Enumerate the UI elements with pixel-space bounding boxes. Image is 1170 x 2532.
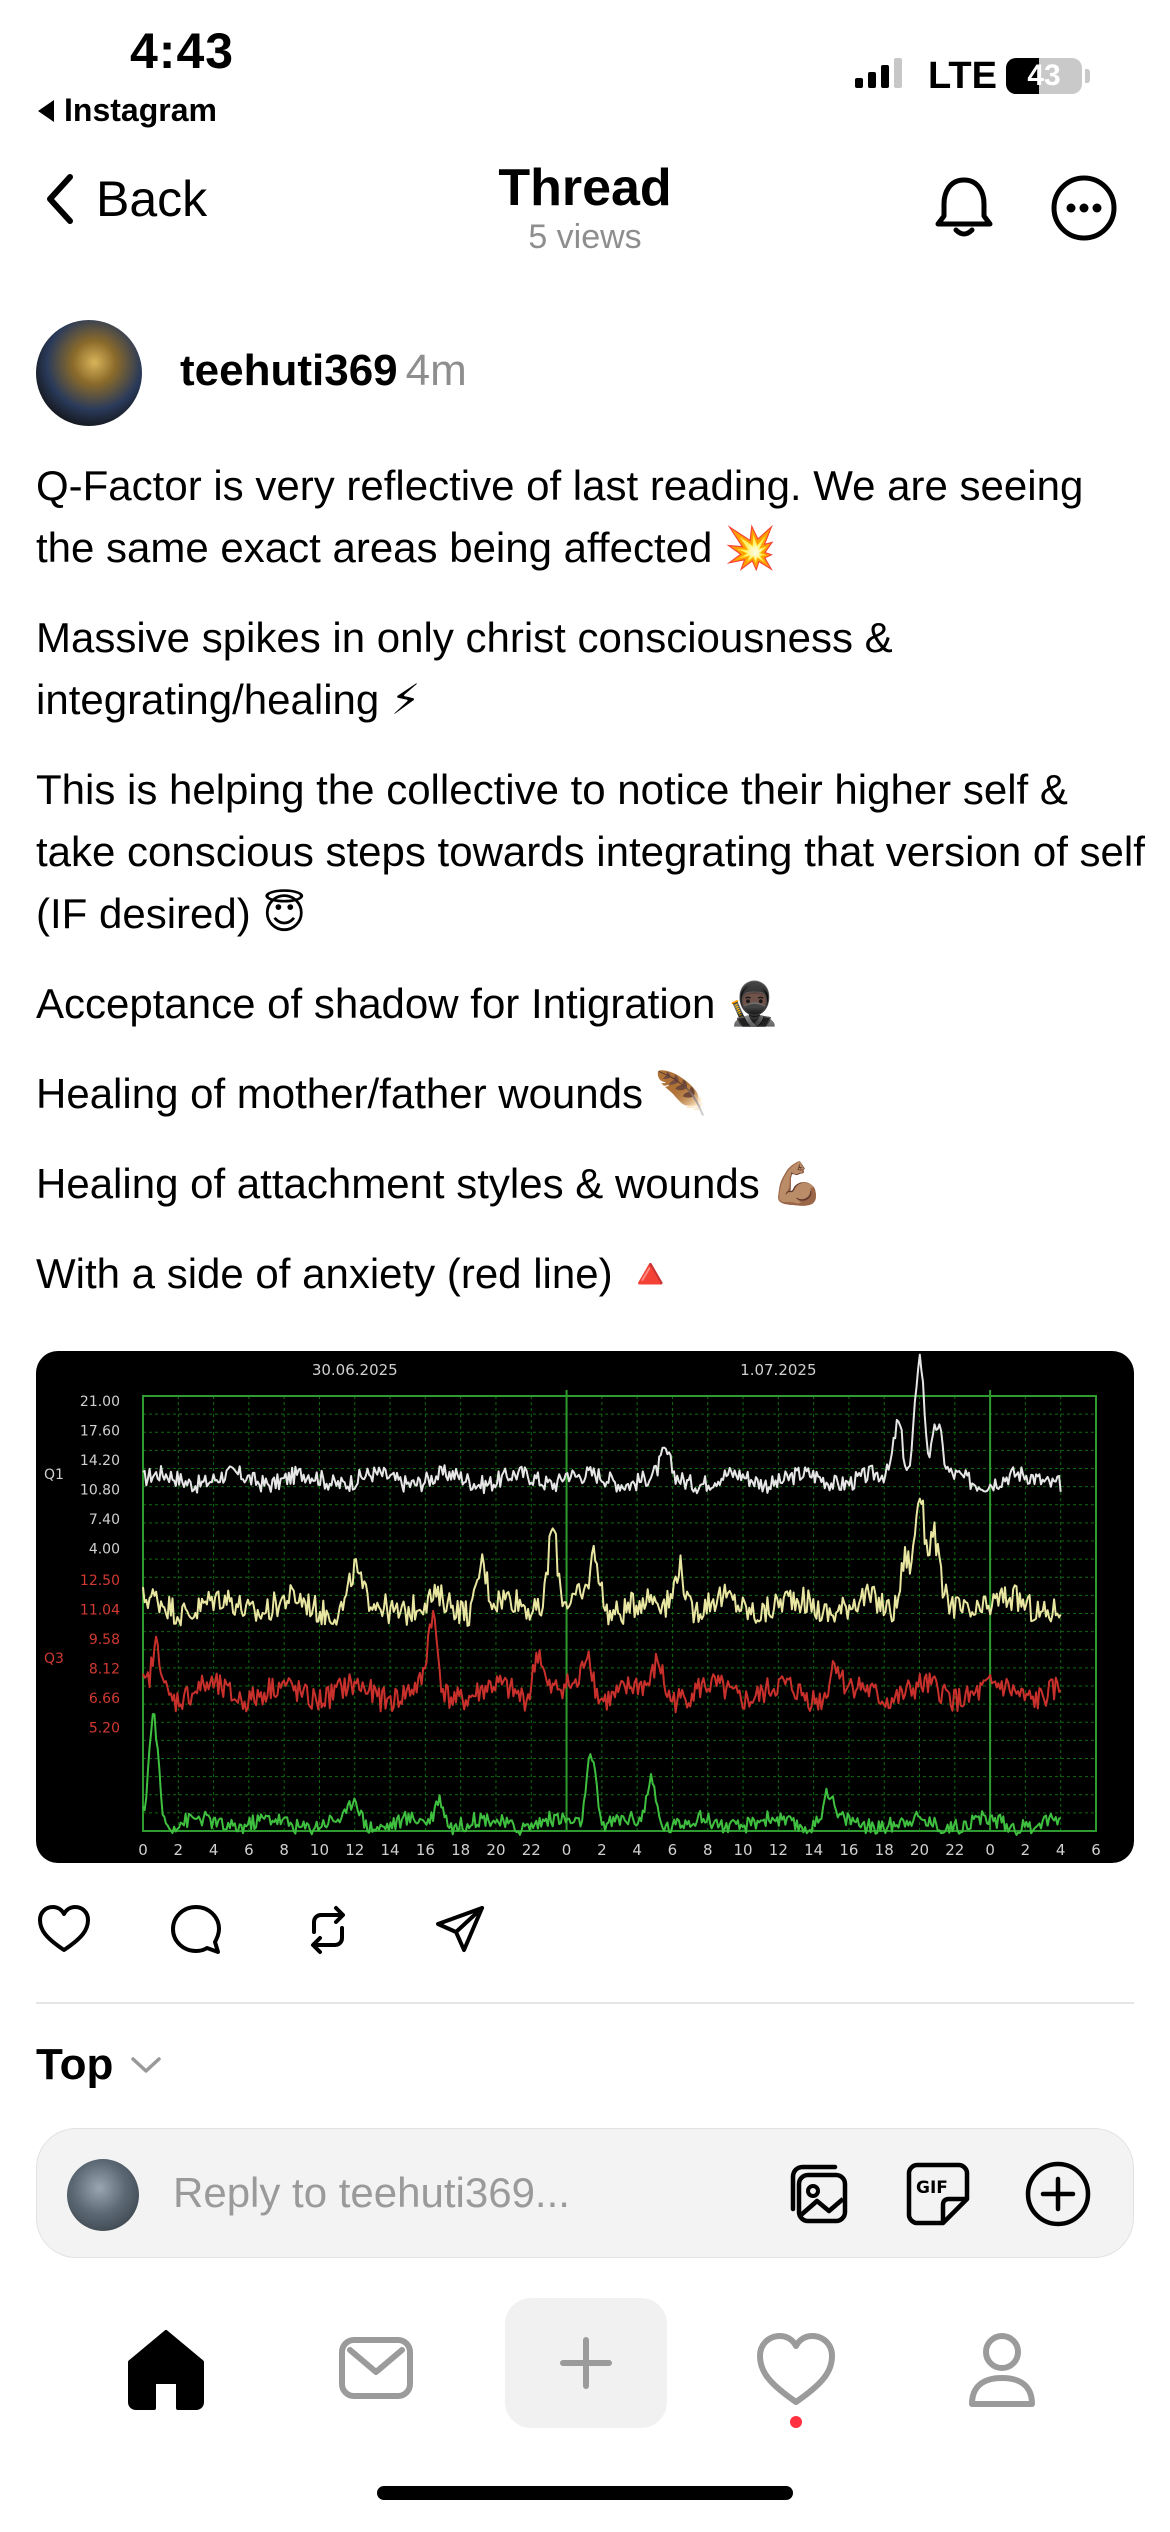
- x-tick-label: 22: [522, 1841, 541, 1859]
- network-label: LTE: [928, 55, 997, 97]
- x-tick-label: 6: [244, 1841, 254, 1859]
- row-label-q1: Q1: [44, 1467, 64, 1483]
- svg-text:GIF: GIF: [916, 2178, 948, 2198]
- home-icon[interactable]: [118, 2320, 214, 2416]
- post-time-ago: 4m: [405, 346, 467, 395]
- divider: [36, 2002, 1134, 2004]
- back-app-label: Instagram: [64, 92, 217, 128]
- post-actions: [36, 1900, 488, 1960]
- home-indicator: [377, 2486, 793, 2500]
- x-tick-label: 8: [279, 1841, 289, 1859]
- reply-bar[interactable]: Reply to teehuti369... GIF: [36, 2128, 1134, 2258]
- y-tick-label: 6.66: [89, 1691, 120, 1707]
- username-text: teehuti369: [180, 346, 398, 395]
- x-tick-label: 4: [1056, 1841, 1066, 1859]
- x-tick-label: 22: [945, 1841, 964, 1859]
- battery-tip: [1085, 69, 1090, 83]
- x-tick-label: 6: [1091, 1841, 1101, 1859]
- repost-icon[interactable]: [300, 1902, 356, 1958]
- sort-dropdown[interactable]: Top: [36, 2040, 163, 2090]
- chevron-down-icon: [131, 2057, 162, 2073]
- compose-button[interactable]: [505, 2298, 667, 2428]
- signal-icon: [855, 58, 902, 88]
- image-attach-icon[interactable]: [785, 2159, 855, 2229]
- comment-icon[interactable]: [168, 1902, 224, 1958]
- post-paragraph: Healing of attachment styles & wounds 💪🏽: [36, 1160, 824, 1207]
- x-tick-label: 16: [839, 1841, 858, 1859]
- y-tick-label: 9.58: [89, 1632, 120, 1648]
- x-tick-label: 2: [597, 1841, 607, 1859]
- post-paragraph: This is helping the collective to notice…: [36, 766, 1145, 937]
- activity-heart-icon[interactable]: [748, 2320, 844, 2416]
- plus-icon: [560, 2337, 612, 2389]
- gif-icon[interactable]: GIF: [903, 2159, 973, 2229]
- post-paragraph: Q-Factor is very reflective of last read…: [36, 462, 1084, 571]
- x-tick-label: 4: [632, 1841, 642, 1859]
- y-tick-label: 21.00: [80, 1394, 120, 1410]
- battery-icon: 43: [1006, 58, 1082, 94]
- sort-label: Top: [36, 2040, 114, 2089]
- x-tick-label: 14: [381, 1841, 400, 1859]
- series-line: [142, 1353, 1062, 1495]
- more-options-icon[interactable]: [1048, 172, 1120, 244]
- x-tick-label: 10: [733, 1841, 752, 1859]
- y-tick-label: 7.40: [89, 1512, 120, 1528]
- x-tick-label: 2: [174, 1841, 184, 1859]
- y-tick-label: 10.80: [80, 1483, 120, 1499]
- date-label: 30.06.2025: [312, 1361, 398, 1379]
- x-tick-label: 0: [985, 1841, 995, 1859]
- share-icon[interactable]: [432, 1902, 488, 1958]
- post-paragraph: Massive spikes in only christ consciousn…: [36, 614, 893, 723]
- status-time: 4:43: [130, 23, 235, 79]
- y-tick-label: 8.12: [89, 1662, 120, 1678]
- x-tick-label: 10: [310, 1841, 329, 1859]
- post-paragraph: Acceptance of shadow for Intigration 🥷🏿: [36, 980, 780, 1027]
- notification-dot: [790, 2416, 802, 2428]
- qfactor-chart-image[interactable]: 30.06.2025 1.07.2025 21.00 17.60 14.20 10.80 7…: [36, 1351, 1134, 1863]
- y-tick-label: 14.20: [80, 1453, 120, 1469]
- x-tick-label: 4: [209, 1841, 219, 1859]
- post-paragraph: Healing of mother/father wounds 🪶: [36, 1070, 707, 1117]
- x-tick-label: 6: [668, 1841, 678, 1859]
- profile-icon[interactable]: [954, 2320, 1050, 2416]
- y-tick-label: 17.60: [80, 1424, 120, 1440]
- author-avatar[interactable]: [36, 320, 142, 426]
- tab-bar: [0, 2290, 1170, 2450]
- add-icon[interactable]: [1023, 2159, 1093, 2229]
- status-bar: 4:43 Instagram LTE 43: [0, 0, 1170, 140]
- row-label-q3: Q3: [44, 1651, 64, 1667]
- chart-svg: 30.06.2025 1.07.2025 21.00 17.60 14.20 10.80 7…: [44, 1353, 1101, 1859]
- inbox-icon[interactable]: [328, 2320, 424, 2416]
- x-tick-label: 20: [486, 1841, 505, 1859]
- x-tick-label: 12: [345, 1841, 364, 1859]
- post-paragraph: With a side of anxiety (red line) 🔺: [36, 1250, 677, 1297]
- y-tick-label: 4.00: [89, 1542, 120, 1558]
- x-tick-label: 20: [910, 1841, 929, 1859]
- back-to-app-link[interactable]: Instagram: [38, 92, 217, 129]
- bell-icon[interactable]: [928, 172, 1000, 244]
- y-tick-label: 5.20: [89, 1721, 120, 1737]
- x-tick-label: 14: [804, 1841, 823, 1859]
- back-triangle-icon: [38, 99, 54, 122]
- thread-header: Back Thread 5 views: [0, 150, 1170, 270]
- y-tick-label: 12.50: [80, 1573, 120, 1589]
- my-avatar: [67, 2159, 139, 2231]
- x-tick-label: 16: [416, 1841, 435, 1859]
- author-username[interactable]: teehuti369 4m: [180, 346, 467, 396]
- y-tick-label: 11.04: [80, 1603, 120, 1619]
- reply-input[interactable]: Reply to teehuti369...: [173, 2169, 570, 2217]
- x-tick-label: 18: [875, 1841, 894, 1859]
- date-label: 1.07.2025: [740, 1361, 816, 1379]
- x-tick-label: 12: [769, 1841, 788, 1859]
- x-tick-label: 18: [451, 1841, 470, 1859]
- x-tick-label: 8: [703, 1841, 713, 1859]
- x-tick-label: 2: [1021, 1841, 1031, 1859]
- x-tick-label: 0: [138, 1841, 148, 1859]
- post-body: Q-Factor is very reflective of last read…: [36, 455, 1146, 1333]
- heart-icon[interactable]: [36, 1902, 92, 1958]
- battery-level: 43: [1027, 59, 1061, 92]
- x-tick-label: 0: [562, 1841, 572, 1859]
